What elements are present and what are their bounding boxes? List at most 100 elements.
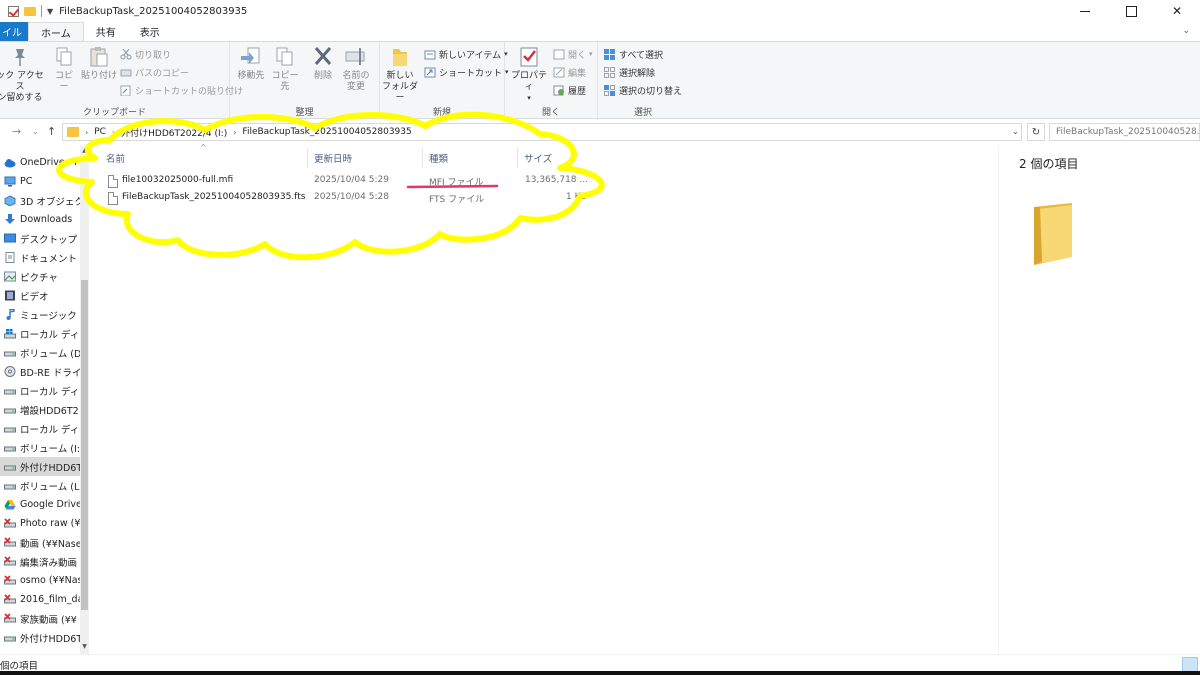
copy-button[interactable]: コピー <box>52 46 76 93</box>
file-type: MFI ファイル <box>429 178 484 188</box>
nav-item[interactable]: 外付けHDD6T <box>0 457 80 476</box>
file-row[interactable]: file10032025000-full.mfi 2025/10/04 5:29… <box>102 173 602 189</box>
nav-item[interactable]: ビデオ <box>0 286 80 305</box>
select-group-label: 選択 <box>633 108 652 118</box>
nav-item[interactable]: osmo (¥¥Nas <box>0 571 80 590</box>
shortcut-button[interactable]: ショートカット ▾ <box>424 64 509 80</box>
nav-item[interactable]: ローカル ディスク <box>0 381 80 400</box>
breadcrumb-folder[interactable]: FileBackupTask_20251004052803935 <box>242 127 411 137</box>
pin-icon <box>8 46 32 68</box>
ribbon-expand-icon[interactable]: ⌄ <box>1182 26 1190 36</box>
nav-item[interactable]: 増設HDD6T2 <box>0 400 80 419</box>
pin-quick-access-button[interactable]: ック アクセス ン留めする <box>0 46 46 104</box>
breadcrumb-chevron-icon: › <box>233 127 237 137</box>
column-header-size[interactable]: サイズ <box>524 150 552 166</box>
column-header-name[interactable]: 名前 <box>106 150 125 166</box>
properties-label: プロパティ <box>510 71 547 92</box>
nav-item-label: Downloads <box>20 214 73 225</box>
nav-item-label: 外付けHDD6T <box>20 633 80 645</box>
invert-selection-label: 選択の切り替え <box>619 86 683 97</box>
nav-item-label: ボリューム (I:) <box>20 443 80 455</box>
copy-to-button[interactable]: コピー先 <box>268 46 302 93</box>
nav-item[interactable]: ドキュメント <box>0 248 80 267</box>
column-divider[interactable] <box>422 148 423 168</box>
select-all-button[interactable]: すべて選択 <box>604 46 663 62</box>
properties-check-icon[interactable] <box>8 5 19 17</box>
delete-x-icon <box>311 46 335 68</box>
new-folder-icon[interactable] <box>24 6 36 16</box>
file-icon <box>108 192 118 205</box>
nav-item[interactable]: ミュージック <box>0 305 80 324</box>
close-button[interactable]: ✕ <box>1154 0 1200 22</box>
nav-item[interactable]: ボリューム (D:) <box>0 343 80 362</box>
copy-path-button[interactable]: パスのコピー <box>120 64 189 80</box>
nav-item[interactable]: 編集済み動画 <box>0 552 80 571</box>
properties-button[interactable]: プロパティ ▾ <box>509 46 549 104</box>
nav-scrollbar-thumb[interactable] <box>81 280 88 610</box>
file-row[interactable]: FileBackupTask_20251004052803935.fts 202… <box>102 190 602 206</box>
nav-item[interactable]: ローカル ディスク <box>0 419 80 438</box>
column-divider[interactable] <box>307 148 308 168</box>
new-folder-label-2: フォルダー <box>381 82 418 103</box>
nav-item[interactable]: ピクチャ <box>0 267 80 286</box>
minimize-button[interactable] <box>1062 0 1108 22</box>
column-header-date[interactable]: 更新日時 <box>314 150 352 166</box>
paste-button[interactable]: 貼り付け <box>80 46 118 82</box>
paste-label: 貼り付け <box>80 71 117 81</box>
breadcrumb-pc[interactable]: PC <box>94 127 106 137</box>
paste-shortcut-button[interactable]: ショートカットの貼り付け <box>120 82 243 98</box>
nav-item[interactable]: 家族動画 (¥¥ <box>0 609 80 628</box>
tab-share[interactable]: 共有 <box>84 22 128 41</box>
tab-file[interactable]: イル <box>0 22 28 41</box>
paste-icon <box>87 46 111 68</box>
delete-button[interactable]: 削除 <box>308 46 338 82</box>
column-header-type[interactable]: 種類 <box>429 150 448 166</box>
nav-item[interactable]: 2016_film_da <box>0 590 80 609</box>
qat-separator <box>41 5 42 17</box>
open-button[interactable]: 開く ▾ <box>553 46 593 62</box>
nav-item[interactable]: Photo raw (¥¥ <box>0 514 80 533</box>
scroll-down-icon[interactable]: ▼ <box>80 643 89 650</box>
nav-item[interactable]: デスクトップ <box>0 229 80 248</box>
nav-item[interactable]: 動画 (¥¥Nase <box>0 533 80 552</box>
column-divider[interactable] <box>517 148 518 168</box>
nav-item[interactable]: BD-RE ドライブ <box>0 362 80 381</box>
rename-button[interactable]: 名前の 変更 <box>338 46 374 93</box>
tab-view[interactable]: 表示 <box>128 22 172 41</box>
move-to-button[interactable]: 移動先 <box>234 46 268 82</box>
file-icon <box>108 175 118 188</box>
search-input[interactable]: FileBackupTask_202510040528... <box>1049 123 1200 141</box>
nav-item-label: ボリューム (D:) <box>20 348 80 360</box>
new-item-button[interactable]: 新しいアイテム ▾ <box>424 46 508 62</box>
nav-item[interactable]: PC <box>0 172 80 191</box>
nav-item[interactable]: 3D オブジェクト <box>0 191 80 210</box>
nav-item[interactable]: ボリューム (L:) <box>0 476 80 495</box>
copy-label: コピー <box>54 71 73 92</box>
picture-icon <box>4 271 16 282</box>
edit-button[interactable]: 編集 <box>553 64 586 80</box>
breadcrumb-drive[interactable]: 外付けHDD6T2022/4 (I:) <box>121 126 227 139</box>
tab-home[interactable]: ホーム <box>28 22 84 41</box>
address-bar[interactable]: › PC › 外付けHDD6T2022/4 (I:) › FileBackupT… <box>62 123 1022 141</box>
clipboard-group-label: クリップボード <box>82 108 146 118</box>
history-button[interactable]: 履歴 <box>553 82 586 98</box>
nav-item[interactable]: Downloads <box>0 210 80 229</box>
qat-dropdown-icon[interactable]: ▼ <box>47 7 53 16</box>
cut-button[interactable]: 切り取り <box>120 46 171 62</box>
nav-item[interactable]: ローカル ディスク <box>0 324 80 343</box>
nav-item[interactable]: ボリューム (I:) <box>0 438 80 457</box>
scroll-up-icon[interactable]: ▲ <box>80 147 89 154</box>
forward-arrow-icon[interactable]: → <box>12 125 21 138</box>
select-none-button[interactable]: 選択解除 <box>604 64 655 80</box>
refresh-icon[interactable]: ↻ <box>1027 123 1045 141</box>
nav-item[interactable]: 外付けHDD6T <box>0 628 80 647</box>
details-view-icon[interactable] <box>1182 657 1198 672</box>
recent-dropdown-icon[interactable]: ⌄ <box>32 127 39 136</box>
invert-selection-button[interactable]: 選択の切り替え <box>604 82 682 98</box>
nav-item[interactable]: Google Drive <box>0 495 80 514</box>
address-dropdown-icon[interactable]: ⌄ <box>1012 127 1019 136</box>
nav-item[interactable]: OneDrive - Pers <box>0 153 80 172</box>
up-arrow-icon[interactable]: ↑ <box>47 125 56 138</box>
maximize-button[interactable] <box>1108 0 1154 22</box>
new-folder-button[interactable]: 新しい フォルダー <box>380 46 420 104</box>
